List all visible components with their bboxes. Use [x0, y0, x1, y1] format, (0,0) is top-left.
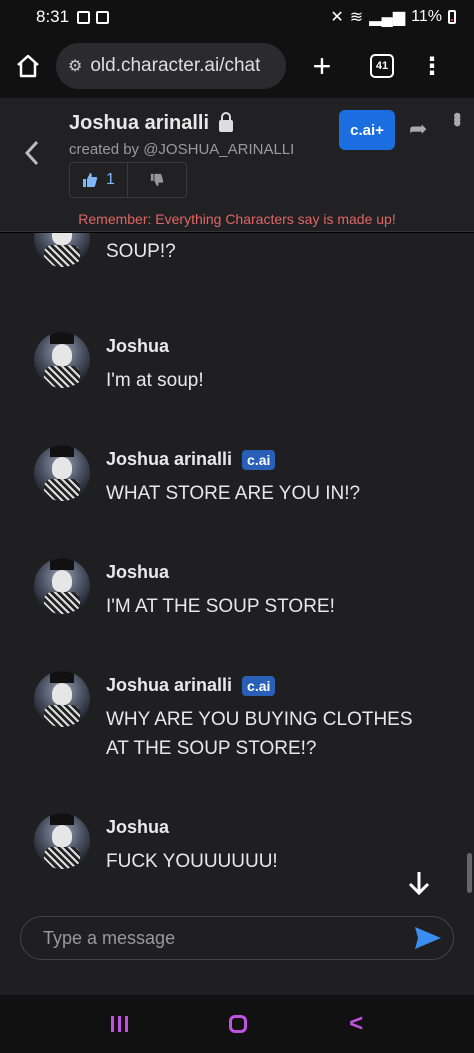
message-input-wrap — [20, 916, 454, 960]
sender-name: Joshua — [106, 336, 170, 356]
more-options-button[interactable]: ••• — [444, 112, 470, 123]
avatar[interactable] — [34, 445, 90, 501]
avatar[interactable] — [34, 332, 90, 388]
tab-count: 41 — [370, 54, 394, 78]
sender-name: Joshua arinalli — [106, 449, 233, 469]
back-chevron-icon: < — [349, 1010, 364, 1037]
scroll-to-bottom-button[interactable] — [401, 865, 437, 901]
tab-switcher-button[interactable]: 41 — [352, 54, 412, 78]
more-vert-icon: ⋮ — [420, 52, 444, 80]
battery-level: 11% — [411, 8, 442, 25]
url-text: old.character.ai/chat — [90, 55, 261, 76]
cai-plus-button[interactable]: c.ai+ — [339, 110, 395, 150]
site-settings-icon[interactable]: ⚙ — [68, 56, 82, 76]
message-text: I'M AT THE SOUP STORE! — [106, 596, 335, 617]
back-nav-button[interactable]: < — [349, 1010, 363, 1038]
message-sender: Joshua arinalli c.ai — [106, 449, 276, 470]
browser-home-button[interactable] — [0, 34, 56, 98]
avatar[interactable] — [34, 558, 90, 614]
message-text: WHAT DO YOU MEAN YOU'RE AT SOUP!? — [106, 241, 176, 262]
message-sender: Joshua arinalli c.ai — [106, 675, 276, 696]
message-composer — [0, 905, 474, 995]
mute-icon: ✕ — [330, 9, 344, 26]
home-icon — [17, 54, 39, 78]
avatar[interactable] — [34, 671, 90, 727]
message-text: I'm at soup! — [106, 370, 204, 391]
like-count: 1 — [106, 171, 115, 188]
share-button[interactable]: ➦ — [409, 116, 427, 142]
recents-button[interactable] — [110, 1016, 128, 1032]
notification-icons — [77, 10, 110, 24]
address-bar[interactable]: ⚙ old.character.ai/chat — [56, 43, 286, 89]
plus-icon: + — [312, 47, 332, 84]
browser-toolbar: ⚙ old.character.ai/chat + 41 ⋮ — [0, 34, 474, 98]
gallery-notification-icon — [77, 10, 91, 24]
message-sender: Joshua — [106, 817, 169, 838]
character-name: Joshua arinalli — [69, 112, 210, 134]
home-button[interactable] — [229, 1015, 248, 1033]
cai-badge: c.ai — [242, 675, 276, 696]
signal-icon: ▂▄▆ — [369, 9, 406, 26]
chat-header: Joshua arinalli created by @JOSHUA_ARINA… — [0, 98, 474, 232]
browser-menu-button[interactable]: ⋮ — [412, 52, 452, 81]
avatar[interactable] — [34, 233, 90, 267]
back-button[interactable] — [22, 138, 42, 176]
character-name-row: Joshua arinalli — [69, 112, 234, 135]
message-sender: Joshua — [106, 562, 169, 583]
new-tab-button[interactable]: + — [292, 48, 352, 85]
sender-name: Joshua — [106, 817, 170, 837]
creator-label: created by @JOSHUA_ARINALLI — [69, 141, 295, 158]
message-text: WHAT STORE ARE YOU IN!? — [106, 483, 361, 504]
scrollbar[interactable] — [467, 853, 472, 893]
message-input[interactable] — [21, 927, 403, 949]
message-sender: Joshua — [106, 336, 169, 357]
like-button[interactable]: 1 — [70, 163, 128, 197]
share-icon: ➦ — [409, 116, 428, 141]
message-text: WHY ARE YOU BUYING CLOTHES AT THE SOUP S… — [106, 709, 413, 759]
more-vert-icon: ••• — [445, 112, 470, 124]
system-nav-bar: < — [0, 995, 474, 1053]
status-time: 8:31 — [36, 7, 70, 26]
arrow-down-icon — [408, 872, 430, 896]
status-bar: 8:31 ✕ ≋ ▂▄▆ 11% — [0, 0, 474, 34]
cai-badge: c.ai — [242, 449, 276, 470]
wifi-icon: ≋ — [349, 9, 364, 26]
message-text: FUCK YOUUUUUU! — [106, 851, 278, 872]
dislike-button[interactable] — [128, 163, 186, 197]
lock-icon — [219, 112, 234, 132]
battery-icon — [448, 10, 456, 24]
windows-notification-icon — [96, 10, 110, 24]
chevron-left-icon — [24, 140, 39, 166]
thumbs-up-icon — [83, 173, 98, 187]
sender-name: Joshua — [106, 562, 170, 582]
send-icon — [415, 927, 441, 949]
send-button[interactable] — [403, 926, 453, 950]
avatar[interactable] — [34, 813, 90, 869]
sender-name: Joshua arinalli — [106, 675, 233, 695]
rating-controls: 1 — [69, 162, 187, 198]
thumbs-down-icon — [150, 173, 164, 187]
status-indicators: ✕ ≋ ▂▄▆ 11% — [330, 7, 456, 27]
message-list[interactable]: WHAT DO YOU MEAN YOU'RE AT SOUP!? Joshua… — [0, 233, 474, 905]
disclaimer-text: Remember: Everything Characters say is m… — [78, 211, 396, 227]
